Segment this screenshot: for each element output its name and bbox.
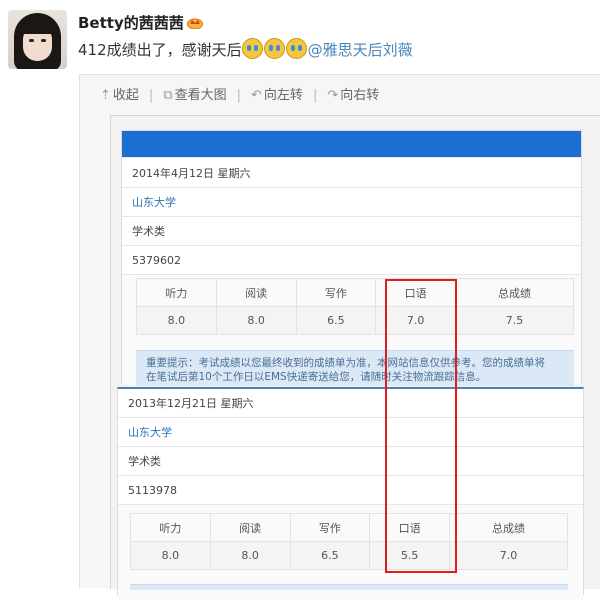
test-module: 学术类 bbox=[118, 446, 583, 475]
vip-crown-icon[interactable] bbox=[186, 17, 203, 29]
score-header-cell: 写作 bbox=[289, 513, 371, 542]
score-value-cell: 8.0 bbox=[130, 541, 211, 570]
score-table: 听力 阅读 写作 口语 总成绩 8.0 8.0 6.5 5.5 7.0 bbox=[130, 513, 568, 570]
test-date: 2013年12月21日 星期六 bbox=[118, 389, 583, 417]
notice-strip bbox=[130, 584, 568, 590]
username-row: Betty的茜茜茜 bbox=[78, 12, 203, 33]
image-toolbar: ⇡ 收起 | ⧉ 查看大图 | ↶ 向左转 | ↷ 向右转 bbox=[100, 84, 379, 103]
score-value-cell: 7.5 bbox=[455, 306, 574, 335]
score-header-cell: 阅读 bbox=[209, 513, 291, 542]
collapse-button[interactable]: ⇡ 收起 bbox=[100, 84, 139, 103]
test-date-text: 2014年4月12日 星期六 bbox=[132, 166, 251, 180]
score-header-cell: 听力 bbox=[136, 278, 217, 307]
test-center: 山东大学 bbox=[118, 417, 583, 446]
score-value-cell: 6.5 bbox=[295, 306, 377, 335]
test-date: 2014年4月12日 星期六 bbox=[122, 157, 581, 187]
score-value-cell: 8.0 bbox=[215, 306, 297, 335]
view-large-label: 查看大图 bbox=[174, 88, 227, 103]
score-value-cell: 8.0 bbox=[136, 306, 217, 335]
candidate-number: 5379602 bbox=[122, 245, 581, 274]
notice-line: 重要提示：考试成绩以您最终收到的成绩单为准，本网站信息仅供参考。您的成绩单将 bbox=[146, 357, 545, 369]
test-center: 山东大学 bbox=[122, 187, 581, 216]
divider: | bbox=[236, 88, 242, 103]
score-screenshot[interactable]: 2014年4月12日 星期六 山东大学 学术类 5379602 听力 阅读 写作… bbox=[110, 115, 600, 600]
score-value-cell: 7.0 bbox=[449, 541, 568, 570]
rotate-left-icon: ↶ bbox=[251, 88, 262, 103]
collapse-arrow-icon: ⇡ bbox=[100, 88, 111, 103]
divider: | bbox=[148, 88, 154, 103]
post-content: 412成绩出了，感谢天后 @雅思天后刘薇 bbox=[78, 38, 413, 60]
mention-link[interactable]: @雅思天后刘薇 bbox=[308, 41, 413, 59]
score-value-cell: 8.0 bbox=[209, 541, 291, 570]
test-center-text: 山东大学 bbox=[132, 196, 176, 209]
external-link-icon: ⧉ bbox=[163, 88, 173, 103]
crying-emoji-icon bbox=[241, 38, 263, 59]
rotate-right-icon: ↷ bbox=[327, 88, 339, 103]
candidate-number-text: 5113978 bbox=[128, 483, 177, 497]
score-value-row: 8.0 8.0 6.5 5.5 7.0 bbox=[130, 541, 568, 570]
avatar-eye bbox=[29, 39, 34, 42]
card-header-bar bbox=[122, 131, 581, 157]
important-notice: 重要提示：考试成绩以您最终收到的成绩单为准，本网站信息仅供参考。您的成绩单将 在… bbox=[136, 350, 574, 386]
score-header-cell: 总成绩 bbox=[449, 513, 568, 542]
notice-line: 在笔试后第10个工作日以EMS快递寄送给您，请随时关注物流跟踪信息。 bbox=[146, 371, 487, 383]
avatar-eye bbox=[41, 39, 46, 42]
candidate-number: 5113978 bbox=[118, 475, 583, 504]
score-header-cell: 听力 bbox=[130, 513, 211, 542]
score-header-cell: 写作 bbox=[295, 278, 377, 307]
score-value-row: 8.0 8.0 6.5 7.0 7.5 bbox=[136, 306, 574, 335]
media-preview: ⇡ 收起 | ⧉ 查看大图 | ↶ 向左转 | ↷ 向右转 2014年4月12日 星期六 山东大学 … bbox=[79, 74, 600, 600]
divider: | bbox=[312, 88, 318, 103]
test-module-text: 学术类 bbox=[128, 455, 161, 468]
score-header-cell: 阅读 bbox=[215, 278, 297, 307]
score-header-cell: 总成绩 bbox=[455, 278, 574, 307]
test-module: 学术类 bbox=[122, 216, 581, 245]
test-date-text: 2013年12月21日 星期六 bbox=[128, 397, 254, 410]
score-value-cell: 6.5 bbox=[289, 541, 371, 570]
rotate-left-label: 向左转 bbox=[263, 88, 303, 103]
rotate-right-label: 向右转 bbox=[340, 88, 380, 103]
crying-emoji-icon bbox=[263, 38, 285, 59]
post-text: 412成绩出了，感谢天后 bbox=[78, 41, 242, 59]
score-header-row: 听力 阅读 写作 口语 总成绩 bbox=[136, 278, 574, 307]
score-header-row: 听力 阅读 写作 口语 总成绩 bbox=[130, 513, 568, 542]
candidate-number-text: 5379602 bbox=[132, 253, 181, 267]
collapse-label: 收起 bbox=[112, 88, 139, 103]
rotate-left-button[interactable]: ↶ 向左转 bbox=[251, 84, 303, 103]
score-table: 听力 阅读 写作 口语 总成绩 8.0 8.0 6.5 7.0 7.5 bbox=[136, 278, 574, 335]
result-card: 2014年4月12日 星期六 山东大学 学术类 5379602 bbox=[121, 130, 582, 385]
crying-emoji-icon bbox=[285, 38, 307, 59]
username-link[interactable]: Betty的茜茜茜 bbox=[78, 14, 184, 32]
speaking-score-highlight bbox=[385, 279, 457, 573]
view-large-button[interactable]: ⧉ 查看大图 bbox=[163, 84, 226, 103]
rotate-right-button[interactable]: ↷ 向右转 bbox=[327, 84, 379, 103]
user-avatar[interactable] bbox=[8, 10, 67, 69]
avatar-bangs bbox=[20, 19, 55, 34]
test-center-text: 山东大学 bbox=[128, 426, 172, 439]
test-module-text: 学术类 bbox=[132, 225, 165, 238]
